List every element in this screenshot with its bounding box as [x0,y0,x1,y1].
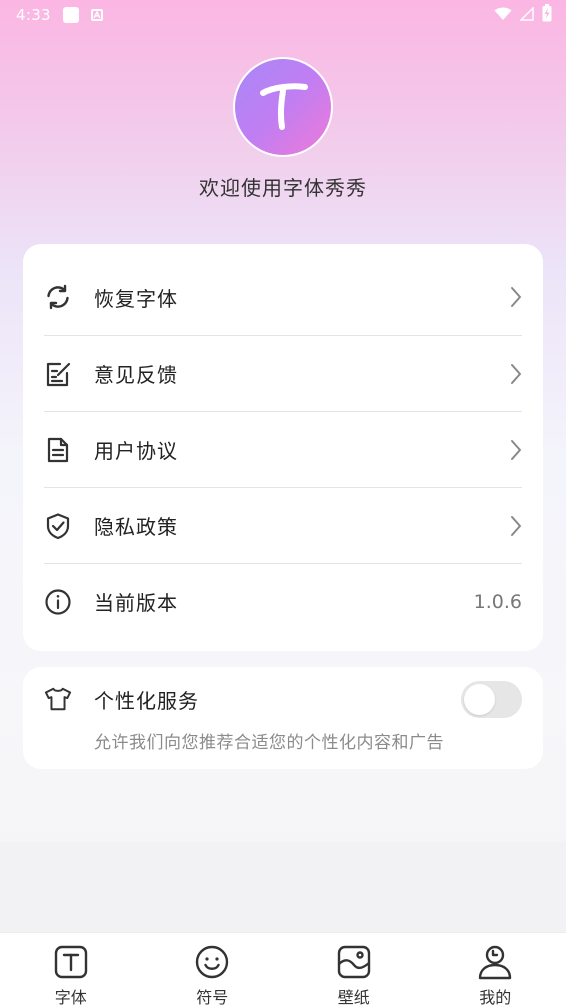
status-time: 4:33 [16,6,51,24]
personalized-service-toggle[interactable] [461,680,522,718]
app-logo-icon [260,83,308,130]
tab-label: 字体 [54,988,87,1007]
status-left: 4:33 [16,6,103,24]
wifi-icon [494,6,512,25]
menu-item-user-agreement[interactable]: 用户协议 [44,411,522,487]
tab-wallpaper[interactable]: 壁纸 [283,933,425,1008]
service-row: 个性化服务 [44,680,522,718]
status-bar: 4:33 [0,0,566,30]
tab-symbols[interactable]: 符号 [142,933,284,1008]
menu-item-label: 用户协议 [94,439,178,463]
person-icon [476,943,514,981]
personalized-service-card: 个性化服务 允许我们向您推荐合适您的个性化内容和广告 [23,667,543,769]
tshirt-icon [44,685,72,713]
battery-charging-icon [542,4,552,26]
tab-label: 符号 [196,988,229,1007]
menu-item-label: 恢复字体 [94,286,178,311]
avatar[interactable] [233,57,333,157]
font-t-icon [52,943,90,981]
menu-item-label: 意见反馈 [94,363,178,387]
shield-check-icon [44,512,72,540]
tab-label: 壁纸 [337,988,370,1007]
status-right [494,4,552,26]
chevron-right-icon [502,283,522,311]
tab-mine[interactable]: 我的 [425,933,566,1008]
service-label: 个性化服务 [94,688,199,713]
refresh-icon [44,283,72,311]
service-description: 允许我们向您推荐合适您的个性化内容和广告 [94,733,444,753]
menu-item-restore-font[interactable]: 恢复字体 [44,259,522,335]
tab-label: 我的 [479,988,512,1007]
chevron-right-icon [502,360,522,388]
menu-item-label: 隐私政策 [94,515,178,539]
chevron-right-icon [502,436,522,464]
version-value: 1.0.6 [473,590,522,613]
info-icon [44,588,72,616]
welcome-text: 欢迎使用字体秀秀 [199,176,367,200]
feedback-edit-icon [44,360,72,388]
wallpaper-image-icon [335,943,373,981]
tab-font[interactable]: 字体 [0,933,142,1008]
app-a-icon [90,9,103,21]
settings-menu-card: 恢复字体 意见反馈 用户协议 隐私政策 当前版本 1.0.6 [23,244,543,651]
menu-item-current-version: 当前版本 1.0.6 [44,563,522,639]
signal-icon [519,5,534,25]
toggle-knob [464,683,495,715]
bottom-tab-bar: 字体 符号 壁纸 我的 [0,932,566,1008]
menu-item-label: 当前版本 [94,591,178,615]
smiley-icon [193,943,231,981]
menu-item-feedback[interactable]: 意见反馈 [44,335,522,411]
document-icon [44,436,72,464]
chevron-right-icon [502,512,522,540]
content-bottom-area [0,842,566,932]
menu-item-privacy-policy[interactable]: 隐私政策 [44,487,522,563]
notification-square-icon [62,7,79,23]
